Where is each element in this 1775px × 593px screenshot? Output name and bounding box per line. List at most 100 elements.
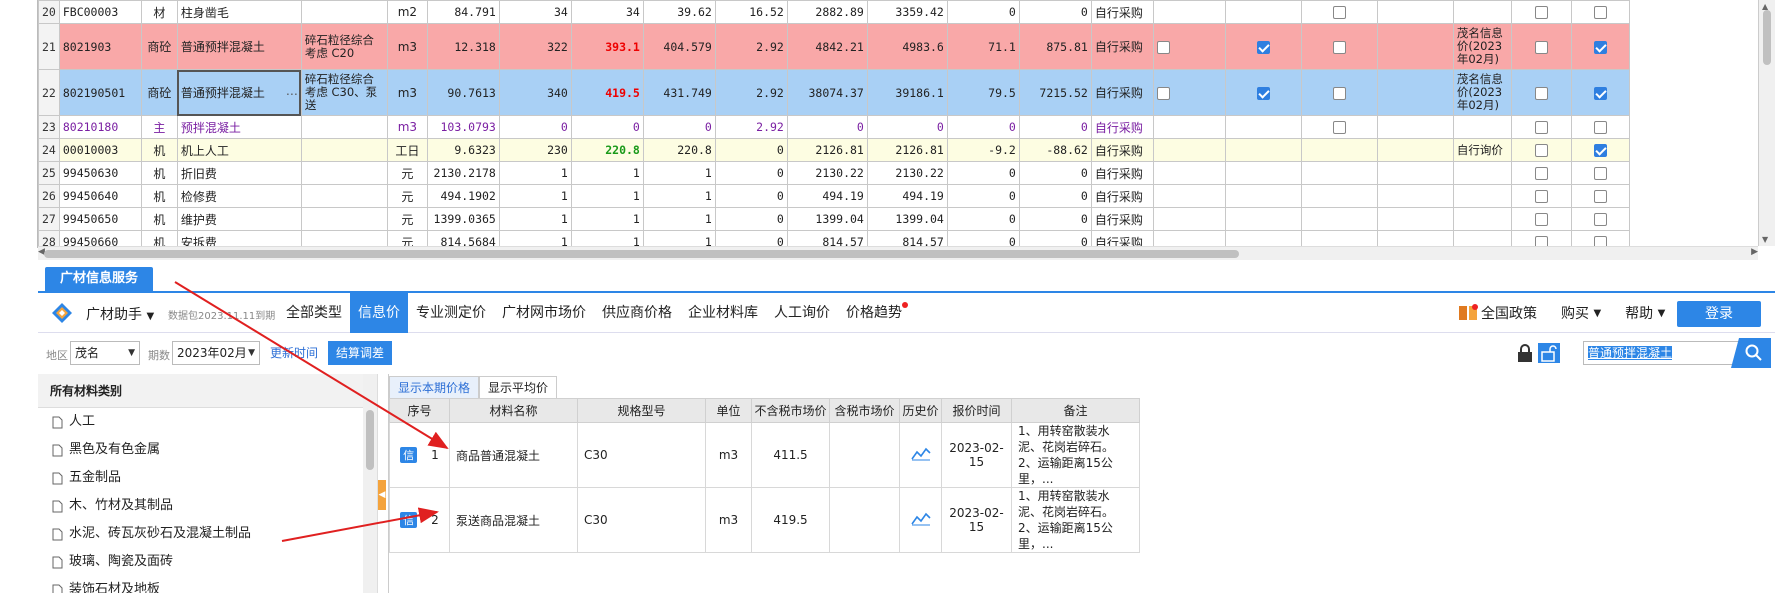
row-checkbox[interactable] bbox=[1256, 40, 1270, 54]
cell-c3[interactable]: 39.62 bbox=[642, 0, 716, 24]
cell-check[interactable] bbox=[1510, 69, 1572, 116]
cell-c4[interactable]: 0 bbox=[714, 138, 788, 162]
cell-c6[interactable]: 1399.04 bbox=[866, 207, 948, 231]
cell-type[interactable]: 商砼 bbox=[140, 69, 178, 116]
grid-row[interactable]: 24 00010003 机机上人工 工日 9.6323 230 220.8 220.8 0 212… bbox=[38, 138, 1630, 162]
nav-item-0[interactable]: 全部类型 bbox=[278, 293, 350, 333]
cell-type[interactable]: 机 bbox=[140, 207, 178, 231]
cell-c7[interactable]: 0 bbox=[946, 161, 1020, 185]
cell-src[interactable]: 自行采购 bbox=[1090, 23, 1154, 70]
cell-unit[interactable]: m3 bbox=[705, 422, 752, 488]
cell-c8[interactable]: 0 bbox=[1018, 115, 1092, 139]
row-checkbox[interactable] bbox=[1332, 6, 1346, 19]
cell-price-ex[interactable]: 411.5 bbox=[751, 422, 830, 488]
cell-no[interactable]: 23 bbox=[38, 115, 60, 139]
category-item[interactable]: 黑色及有色金属 bbox=[38, 436, 377, 464]
grid-row[interactable]: 22 802190501 商砼 普通预拌混凝土 … 碎石粒径综合考虑 C30、泵送 m3 90… bbox=[38, 69, 1630, 116]
cell-qty[interactable]: 103.0793 bbox=[426, 115, 500, 139]
cell-c7[interactable]: 0 bbox=[946, 0, 1020, 24]
nav-item-3[interactable]: 广材网市场价 bbox=[494, 293, 594, 333]
cell-check[interactable] bbox=[1300, 207, 1378, 231]
cell-c4[interactable]: 2.92 bbox=[714, 69, 788, 116]
cell-unit[interactable]: m3 bbox=[386, 23, 428, 70]
cell-c1[interactable]: 322 bbox=[498, 23, 572, 70]
cell-history[interactable] bbox=[899, 422, 942, 488]
cell-no[interactable]: 27 bbox=[38, 207, 60, 231]
cell-code[interactable]: 00010003 bbox=[58, 138, 142, 162]
cell-c2[interactable]: 419.5 bbox=[570, 69, 644, 116]
nav-item-6[interactable]: 人工询价 bbox=[766, 293, 838, 333]
cell-unit[interactable]: 元 bbox=[386, 184, 428, 208]
category-item[interactable]: 五金制品 bbox=[38, 464, 377, 492]
cell-check[interactable] bbox=[1300, 161, 1378, 185]
row-checkbox[interactable] bbox=[1156, 86, 1170, 100]
cell-date[interactable]: 2023-02-15 bbox=[941, 487, 1012, 553]
column-header[interactable]: 报价时间 bbox=[941, 398, 1012, 423]
cell-note[interactable]: 1、用转窑散装水泥、花岗岩碎石。 2、运输距离15公里，... bbox=[1011, 487, 1140, 553]
cell-c2[interactable]: 1 bbox=[570, 207, 644, 231]
cell-check[interactable] bbox=[1510, 23, 1572, 70]
category-item[interactable]: 玻璃、陶瓷及面砖 bbox=[38, 548, 377, 576]
cell-c5[interactable]: 4842.21 bbox=[786, 23, 868, 70]
hscroll-thumb[interactable] bbox=[44, 250, 1239, 258]
row-checkbox[interactable] bbox=[1156, 40, 1170, 54]
cell-c8[interactable]: 875.81 bbox=[1018, 23, 1092, 70]
cell-spec[interactable] bbox=[300, 115, 388, 139]
column-header[interactable]: 备注 bbox=[1011, 398, 1140, 423]
cell-qty[interactable]: 9.6323 bbox=[426, 138, 500, 162]
row-checkbox[interactable] bbox=[1593, 167, 1607, 180]
search-input[interactable]: 普通预拌混凝土 bbox=[1583, 341, 1743, 365]
cell-name[interactable]: 普通预拌混凝土… bbox=[176, 69, 302, 116]
cell-qty[interactable]: 1399.0365 bbox=[426, 207, 500, 231]
scroll-right-icon[interactable]: ▶ bbox=[1751, 247, 1758, 257]
buy-menu[interactable]: 购买 ▼ bbox=[1561, 303, 1601, 323]
cell-c1[interactable]: 1 bbox=[498, 207, 572, 231]
cell-c2[interactable]: 0 bbox=[570, 115, 644, 139]
period-select[interactable]: 2023年02月 ▼ bbox=[172, 341, 260, 365]
category-item[interactable]: 装饰石材及地板 bbox=[38, 576, 377, 593]
cell-check[interactable] bbox=[1152, 138, 1226, 162]
cell-c1[interactable]: 1 bbox=[498, 184, 572, 208]
cell-ref[interactable]: 自行询价 bbox=[1452, 138, 1512, 162]
row-checkbox[interactable] bbox=[1534, 190, 1548, 203]
cell-code[interactable]: 99450640 bbox=[58, 184, 142, 208]
nav-item-5[interactable]: 企业材料库 bbox=[680, 293, 766, 333]
sidebar-scrollbar[interactable] bbox=[363, 374, 377, 593]
column-header[interactable]: 历史价 bbox=[899, 398, 942, 423]
cell-c7[interactable]: 0 bbox=[946, 115, 1020, 139]
cell-history[interactable] bbox=[899, 487, 942, 553]
cell-price-inc[interactable] bbox=[829, 422, 900, 488]
cell-c6[interactable]: 2130.22 bbox=[866, 161, 948, 185]
ellipsis-button[interactable]: … bbox=[286, 84, 298, 98]
column-header[interactable]: 规格型号 bbox=[577, 398, 706, 423]
cell-unit[interactable]: 元 bbox=[386, 207, 428, 231]
cell-c6[interactable]: 2126.81 bbox=[866, 138, 948, 162]
cell-c2[interactable]: 393.1 bbox=[570, 23, 644, 70]
cell-name[interactable]: 商品普通混凝土 bbox=[449, 422, 578, 488]
cell-c7[interactable]: 0 bbox=[946, 184, 1020, 208]
cell-c6[interactable]: 0 bbox=[866, 115, 948, 139]
vertical-scrollbar[interactable]: ▲ ▼ bbox=[1758, 0, 1775, 246]
cell-unit[interactable]: 工日 bbox=[386, 138, 428, 162]
grid-row[interactable]: 21 8021903 商砼 普通预拌混凝土 碎石粒径综合考虑 C20 m3 12.318 32… bbox=[38, 23, 1630, 70]
cell-c7[interactable]: -9.2 bbox=[946, 138, 1020, 162]
cell-ref[interactable]: 茂名信息价(2023年02月) bbox=[1452, 23, 1512, 70]
cell-check[interactable] bbox=[1224, 69, 1302, 116]
cell-c3[interactable]: 1 bbox=[642, 207, 716, 231]
cell-type[interactable]: 材 bbox=[140, 0, 178, 24]
cell-check[interactable] bbox=[1152, 207, 1226, 231]
cell-c2[interactable]: 1 bbox=[570, 161, 644, 185]
nav-item-2[interactable]: 专业测定价 bbox=[408, 293, 494, 333]
cell-c6[interactable]: 4983.6 bbox=[866, 23, 948, 70]
collapse-sidebar-button[interactable]: ◀ bbox=[378, 480, 386, 510]
cell-ref[interactable] bbox=[1452, 161, 1512, 185]
sidebar-scroll-thumb[interactable] bbox=[366, 410, 374, 470]
cell-c4[interactable]: 0 bbox=[714, 161, 788, 185]
cell-code[interactable]: 99450650 bbox=[58, 207, 142, 231]
cell-check[interactable] bbox=[1510, 115, 1572, 139]
cell-name[interactable]: 折旧费 bbox=[176, 161, 302, 185]
category-item[interactable]: 木、竹材及其制品 bbox=[38, 492, 377, 520]
cell-check[interactable] bbox=[1570, 161, 1630, 185]
cell-check[interactable] bbox=[1152, 0, 1226, 24]
cell-qty[interactable]: 90.7613 bbox=[426, 69, 500, 116]
